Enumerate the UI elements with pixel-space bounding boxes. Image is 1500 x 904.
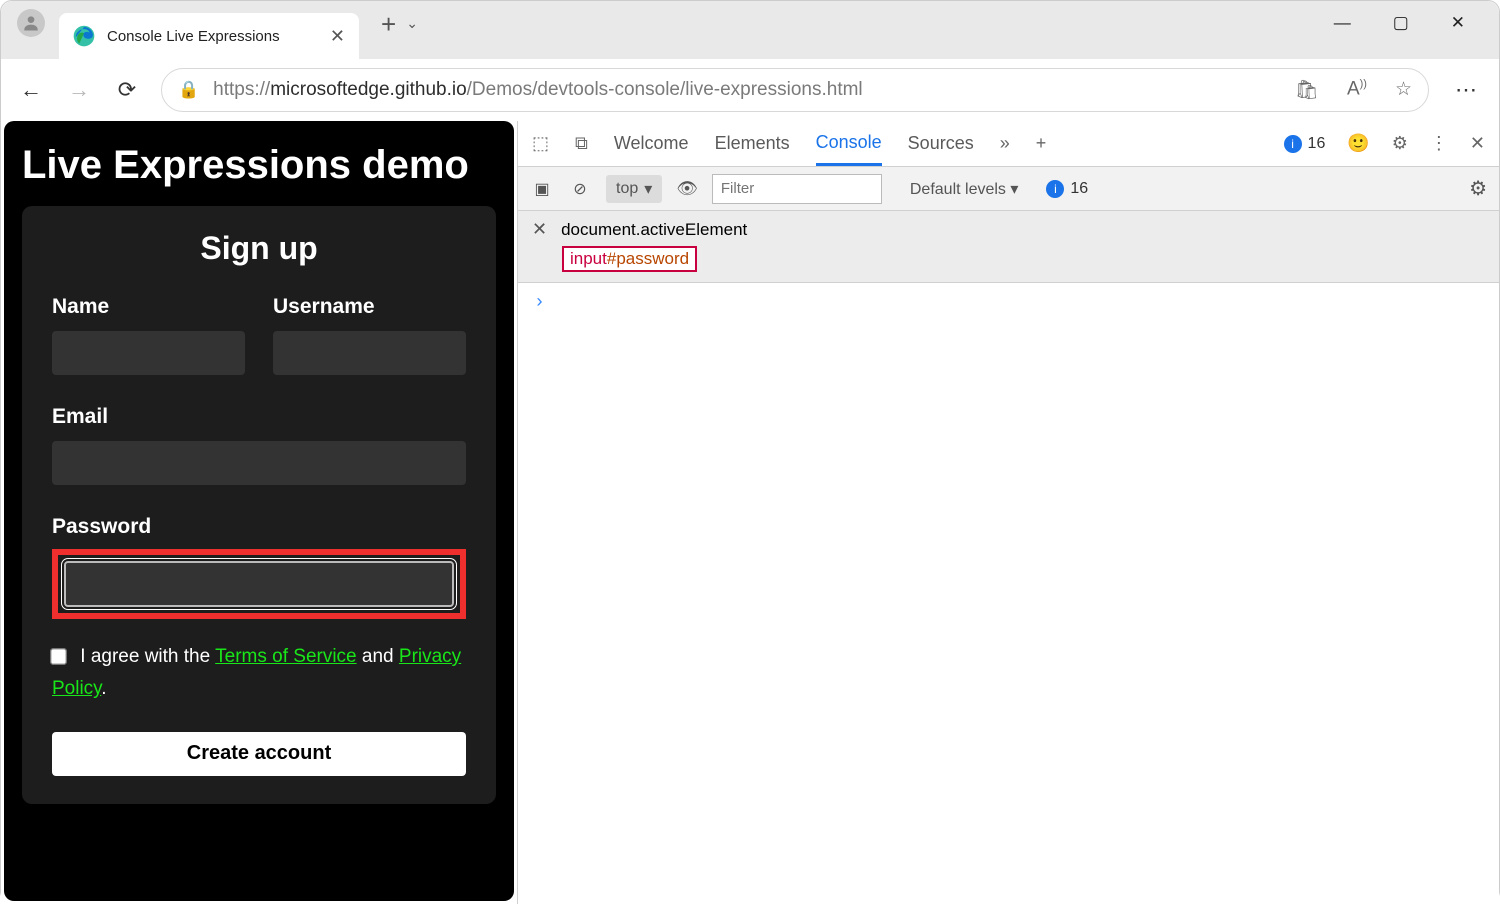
tabs-chevron-icon[interactable]: ⌄ [406,15,418,32]
maximize-button[interactable]: ▢ [1393,13,1409,33]
more-tabs-icon[interactable]: » [1000,133,1010,154]
signup-card: Sign up Name Username Email Password [22,206,496,804]
close-tab-icon[interactable]: ✕ [330,26,345,47]
edge-icon [73,25,95,47]
window-controls: — ▢ ✕ [1334,13,1465,33]
username-input[interactable] [273,331,466,375]
info-dot-icon: i [1284,135,1302,153]
back-button[interactable]: ← [11,70,51,110]
url-text: https://microsoftedge.github.io/Demos/de… [213,79,862,101]
name-input[interactable] [52,331,245,375]
info-dot-icon: i [1046,180,1064,198]
console-settings-icon[interactable]: ⚙ [1469,176,1487,201]
console-prompt[interactable]: › [518,283,1499,323]
agree-checkbox[interactable] [50,649,67,666]
browser-tab[interactable]: Console Live Expressions ✕ [59,13,359,59]
profile-avatar[interactable] [17,9,45,37]
settings-icon[interactable]: ⚙ [1392,133,1408,154]
toolbar-issues[interactable]: i 16 [1046,180,1088,198]
kebab-icon[interactable]: ⋮ [1430,133,1448,154]
devtools-panel: ⬚ ⧉ Welcome Elements Console Sources » +… [517,121,1499,904]
live-expression-block: ✕ document.activeElement input#password [518,211,1499,283]
password-input[interactable] [64,561,454,607]
tab-console[interactable]: Console [816,132,882,166]
new-tab-button[interactable]: + [381,9,396,40]
close-devtools-icon[interactable]: ✕ [1470,133,1485,154]
tos-link[interactable]: Terms of Service [215,646,356,667]
tab-title: Console Live Expressions [107,28,280,45]
add-tab-icon[interactable]: + [1036,133,1047,154]
browser-tabstrip: Console Live Expressions ✕ + ⌄ — ▢ ✕ [1,1,1499,59]
feedback-icon[interactable]: 🙂 [1347,133,1369,154]
signup-heading: Sign up [52,230,466,267]
browser-navbar: ← → ⟳ 🔒 https://microsoftedge.github.io/… [1,59,1499,121]
tab-welcome[interactable]: Welcome [614,133,689,164]
person-icon [21,13,41,33]
create-account-button[interactable]: Create account [52,732,466,776]
remove-expression-icon[interactable]: ✕ [532,219,547,240]
inspect-icon[interactable]: ⬚ [532,133,549,154]
password-label: Password [52,515,466,539]
password-highlight [52,549,466,619]
console-toolbar: ▣ ⊘ top ▾ 👁 Default levels ▾ i 16 ⚙ [518,167,1499,211]
devtools-tabbar: ⬚ ⧉ Welcome Elements Console Sources » +… [518,121,1499,167]
device-icon[interactable]: ⧉ [575,133,588,154]
levels-dropdown[interactable]: Default levels ▾ [910,179,1019,199]
context-selector[interactable]: top ▾ [606,175,662,203]
filter-input[interactable] [712,174,882,204]
address-bar[interactable]: 🔒 https://microsoftedge.github.io/Demos/… [161,68,1429,112]
forward-button: → [59,70,99,110]
clear-console-icon[interactable]: ⊘ [568,179,592,199]
live-expression-result: input#password [562,246,697,272]
toggle-sidebar-icon[interactable]: ▣ [530,179,554,199]
minimize-button[interactable]: — [1334,13,1351,33]
read-aloud-icon[interactable]: A)) [1347,78,1367,102]
dropdown-icon: ▾ [644,179,652,199]
lock-icon: 🔒 [178,80,199,100]
page-content: Live Expressions demo Sign up Name Usern… [4,121,514,901]
page-title: Live Expressions demo [22,143,496,188]
live-expression-code[interactable]: document.activeElement [561,220,747,240]
tab-sources[interactable]: Sources [908,133,974,164]
shopping-icon[interactable]: 🛍︎ [1295,78,1319,102]
tab-elements[interactable]: Elements [715,133,790,164]
name-label: Name [52,295,245,319]
close-window-button[interactable]: ✕ [1451,13,1465,33]
refresh-button[interactable]: ⟳ [107,70,147,110]
favorite-icon[interactable]: ☆ [1395,78,1412,102]
email-input[interactable] [52,441,466,485]
issues-counter[interactable]: i 16 [1284,135,1326,153]
browser-more-button[interactable]: ⋯ [1455,77,1477,103]
email-label: Email [52,405,466,429]
agree-row: I agree with the Terms of Service and Pr… [52,641,466,706]
live-expression-icon[interactable]: 👁 [676,179,698,199]
username-label: Username [273,295,466,319]
